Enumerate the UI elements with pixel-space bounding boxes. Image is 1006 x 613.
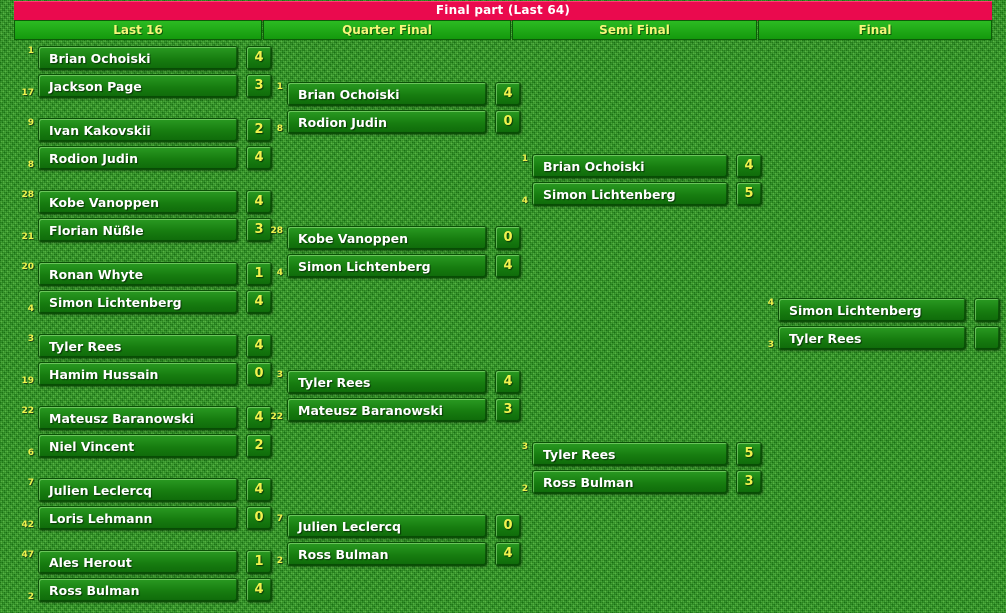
player-name[interactable]: Florian Nüßle [38, 218, 238, 242]
player-name[interactable]: Brian Ochoiski [532, 154, 728, 178]
score-box: 4 [246, 146, 272, 170]
player-name[interactable]: Julien Leclercq [38, 478, 238, 502]
player-name[interactable]: Mateusz Baranowski [287, 398, 487, 422]
seed-number: 2 [27, 592, 34, 602]
player-name[interactable]: Brian Ochoiski [38, 46, 238, 70]
seed-number: 3 [27, 334, 34, 344]
score-box: 4 [495, 370, 521, 394]
score-box: 4 [495, 254, 521, 278]
player-name[interactable]: Mateusz Baranowski [38, 406, 238, 430]
seed-number: 8 [276, 124, 283, 134]
seed-number: 4 [276, 268, 283, 278]
player-name[interactable]: Brian Ochoiski [287, 82, 487, 106]
player-name[interactable]: Simon Lichtenberg [287, 254, 487, 278]
player-name[interactable]: Tyler Rees [778, 326, 966, 350]
bracket-page: Final part (Last 64) Last 16 Quarter Fin… [0, 0, 1006, 613]
seed-number: 4 [767, 298, 774, 308]
player-name[interactable]: Niel Vincent [38, 434, 238, 458]
seed-number: 1 [27, 46, 34, 56]
player-name[interactable]: Simon Lichtenberg [38, 290, 238, 314]
player-name[interactable]: Tyler Rees [532, 442, 728, 466]
seed-number: 17 [21, 88, 34, 98]
round-header-semi-final: Semi Final [512, 20, 757, 40]
score-box [974, 326, 1000, 350]
score-box: 4 [246, 478, 272, 502]
score-box: 5 [736, 442, 762, 466]
player-name[interactable]: Tyler Rees [38, 334, 238, 358]
player-name[interactable]: Tyler Rees [287, 370, 487, 394]
player-name[interactable]: Julien Leclercq [287, 514, 487, 538]
score-box: 4 [246, 290, 272, 314]
score-box: 2 [246, 434, 272, 458]
score-box: 4 [736, 154, 762, 178]
player-name[interactable]: Simon Lichtenberg [778, 298, 966, 322]
seed-number: 2 [521, 484, 528, 494]
player-name[interactable]: Ross Bulman [38, 578, 238, 602]
seed-number: 3 [276, 370, 283, 380]
seed-number: 2 [276, 556, 283, 566]
seed-number: 3 [767, 340, 774, 350]
seed-number: 28 [270, 226, 283, 236]
player-name[interactable]: Simon Lichtenberg [532, 182, 728, 206]
page-title: Final part (Last 64) [14, 1, 992, 21]
seed-number: 9 [27, 118, 34, 128]
round-header-final: Final [758, 20, 992, 40]
player-name[interactable]: Kobe Vanoppen [38, 190, 238, 214]
score-box: 0 [495, 110, 521, 134]
seed-number: 4 [521, 196, 528, 206]
player-name[interactable]: Ross Bulman [532, 470, 728, 494]
player-name[interactable]: Loris Lehmann [38, 506, 238, 530]
score-box: 4 [495, 542, 521, 566]
player-name[interactable]: Kobe Vanoppen [287, 226, 487, 250]
player-name[interactable]: Ivan Kakovskii [38, 118, 238, 142]
seed-number: 6 [27, 448, 34, 458]
round-header-quarter-final: Quarter Final [263, 20, 511, 40]
player-name[interactable]: Jackson Page [38, 74, 238, 98]
seed-number: 20 [21, 262, 34, 272]
seed-number: 42 [21, 520, 34, 530]
seed-number: 4 [27, 304, 34, 314]
score-box [974, 298, 1000, 322]
score-box: 4 [246, 190, 272, 214]
seed-number: 3 [521, 442, 528, 452]
seed-number: 1 [521, 154, 528, 164]
seed-number: 21 [21, 232, 34, 242]
seed-number: 1 [276, 82, 283, 92]
player-name[interactable]: Ross Bulman [287, 542, 487, 566]
score-box: 4 [246, 578, 272, 602]
score-box: 3 [495, 398, 521, 422]
seed-number: 8 [27, 160, 34, 170]
player-name[interactable]: Ales Herout [38, 550, 238, 574]
score-box: 0 [495, 514, 521, 538]
seed-number: 28 [21, 190, 34, 200]
round-header-last-16: Last 16 [14, 20, 262, 40]
seed-number: 7 [276, 514, 283, 524]
score-box: 4 [495, 82, 521, 106]
score-box: 4 [246, 46, 272, 70]
score-box: 5 [736, 182, 762, 206]
player-name[interactable]: Rodion Judin [287, 110, 487, 134]
player-name[interactable]: Ronan Whyte [38, 262, 238, 286]
seed-number: 22 [270, 412, 283, 422]
player-name[interactable]: Rodion Judin [38, 146, 238, 170]
score-box: 0 [495, 226, 521, 250]
player-name[interactable]: Hamim Hussain [38, 362, 238, 386]
seed-number: 19 [21, 376, 34, 386]
score-box: 4 [246, 334, 272, 358]
seed-number: 47 [21, 550, 34, 560]
score-box: 3 [736, 470, 762, 494]
seed-number: 7 [27, 478, 34, 488]
seed-number: 22 [21, 406, 34, 416]
